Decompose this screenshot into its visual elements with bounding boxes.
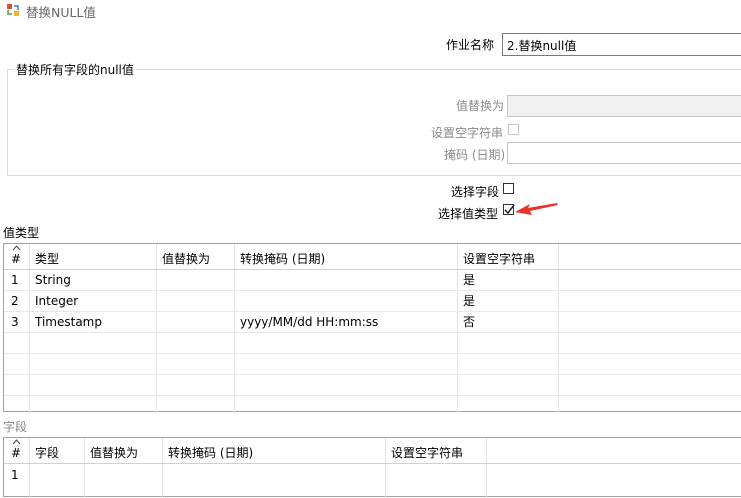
select-field-checkbox[interactable] bbox=[503, 183, 514, 194]
column-header-mask[interactable]: 转换掩码 (日期) bbox=[163, 442, 253, 464]
column-header-mask[interactable]: 转换掩码 (日期) bbox=[235, 248, 325, 270]
column-header-replace[interactable]: 值替换为 bbox=[157, 248, 210, 270]
replace-null-icon bbox=[7, 4, 19, 16]
type-cell[interactable]: String bbox=[30, 270, 71, 291]
column-header-index[interactable]: # bbox=[6, 248, 21, 270]
mask-cell[interactable] bbox=[235, 291, 240, 312]
mask-input[interactable] bbox=[507, 142, 741, 164]
mask-label: 掩码 (日期) bbox=[444, 148, 506, 162]
value-types-title: 值类型 bbox=[3, 226, 40, 240]
type-cell[interactable]: Integer bbox=[30, 291, 78, 312]
empty-string-label: 设置空字符串 bbox=[431, 126, 504, 140]
replace-with-input[interactable] bbox=[507, 95, 741, 117]
type-cell[interactable]: Timestamp bbox=[30, 312, 102, 333]
select-type-label: 选择值类型 bbox=[438, 207, 499, 221]
column-header-index[interactable]: # bbox=[6, 442, 21, 464]
job-name-input[interactable]: 2.替换null值 bbox=[502, 33, 741, 56]
job-name-label: 作业名称 bbox=[446, 38, 495, 52]
mask-cell[interactable]: yyyy/MM/dd HH:mm:ss bbox=[235, 312, 378, 333]
column-header-empty-string[interactable]: 设置空字符串 bbox=[386, 442, 463, 464]
column-header-replace[interactable]: 值替换为 bbox=[85, 442, 138, 464]
empty-string-cell[interactable]: 否 bbox=[458, 312, 475, 333]
title-bar: 替换NULL值 bbox=[0, 0, 741, 22]
row-index-cell: 1 bbox=[11, 273, 19, 287]
fields-table: # 字段 值替换为 转换掩码 (日期) 设置空字符串 1 bbox=[3, 437, 741, 498]
replace-with-label: 值替换为 bbox=[456, 99, 505, 113]
empty-string-cell[interactable]: 是 bbox=[458, 291, 475, 312]
column-header-type[interactable]: 类型 bbox=[30, 248, 59, 270]
fields-title: 字段 bbox=[3, 420, 28, 434]
mask-cell[interactable] bbox=[235, 270, 240, 291]
select-field-label: 选择字段 bbox=[451, 185, 500, 199]
annotation-arrow-icon bbox=[515, 203, 558, 215]
row-index-cell: 2 bbox=[11, 294, 19, 308]
column-header-field[interactable]: 字段 bbox=[30, 442, 59, 464]
window-title: 替换NULL值 bbox=[26, 5, 96, 20]
column-header-empty-string[interactable]: 设置空字符串 bbox=[458, 248, 535, 270]
row-index-cell: 3 bbox=[11, 315, 19, 329]
empty-string-cell[interactable]: 是 bbox=[458, 270, 475, 291]
group-title: 替换所有字段的null值 bbox=[14, 61, 136, 78]
empty-string-checkbox[interactable] bbox=[508, 124, 519, 135]
value-types-table: # 类型 值替换为 转换掩码 (日期) 设置空字符串 1 String 是 2 … bbox=[3, 243, 741, 413]
